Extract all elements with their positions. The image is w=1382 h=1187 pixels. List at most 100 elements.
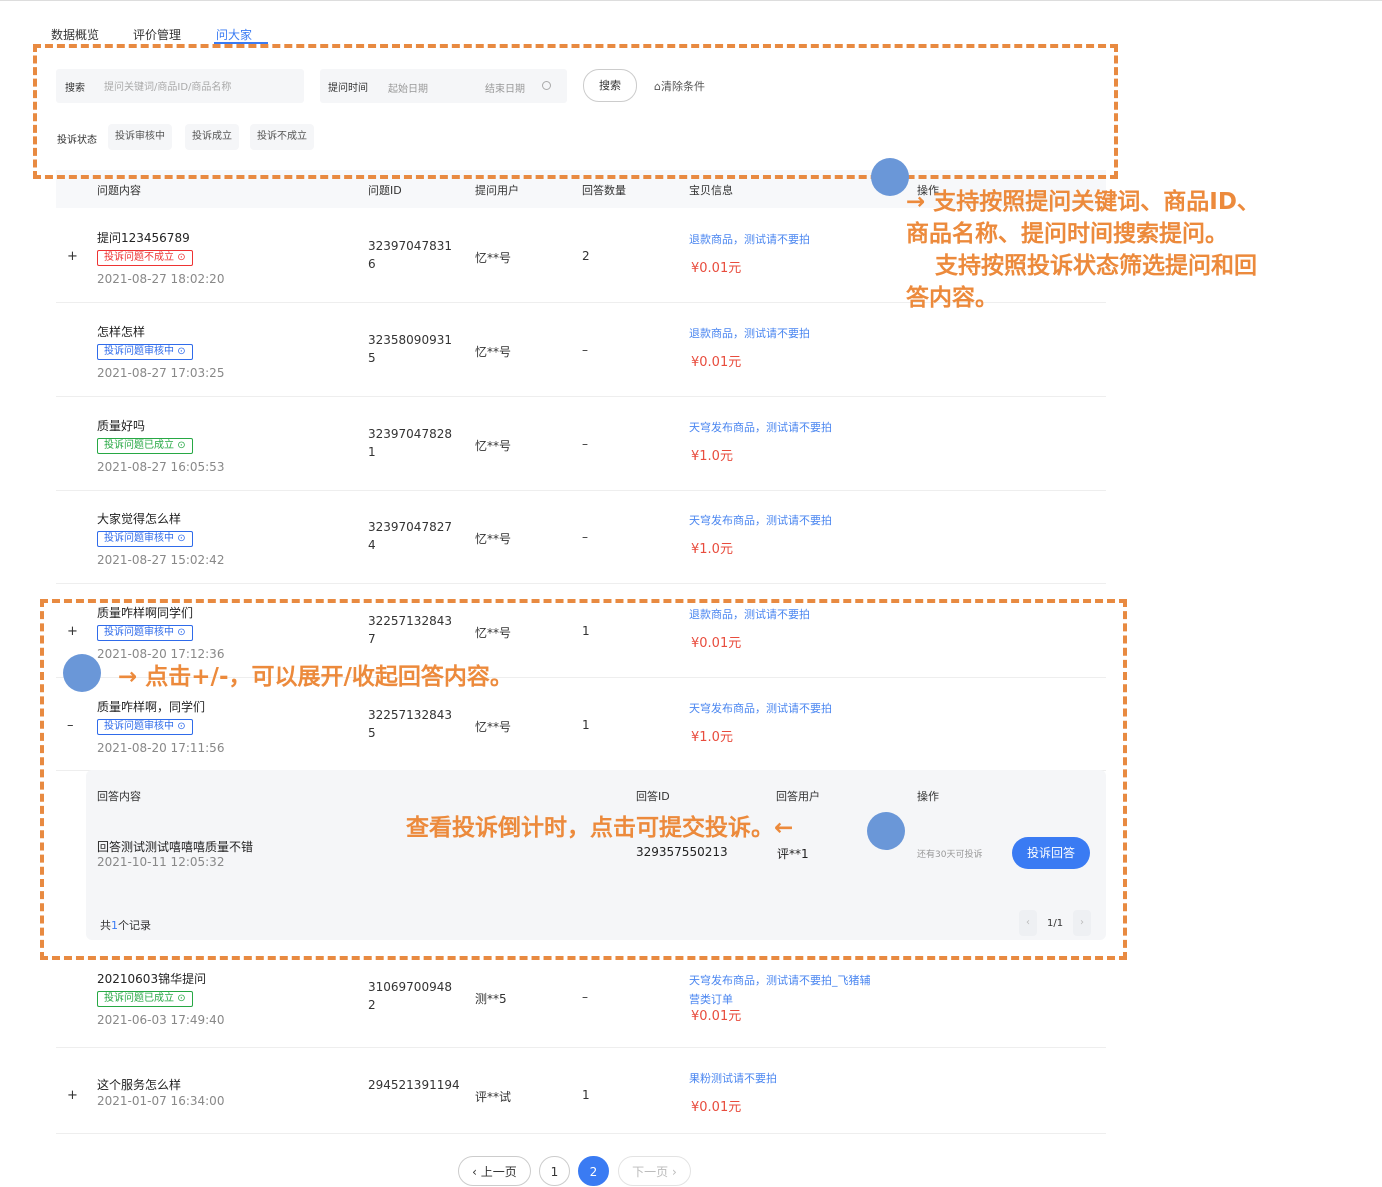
question-id-line2: 1 (368, 445, 376, 459)
question-time: 2021-08-27 18:02:20 (97, 272, 225, 286)
prev-page-button[interactable]: ‹ 上一页 (458, 1156, 531, 1186)
badge-label: 投诉问题审核中 (104, 346, 174, 357)
tab-ask-everyone[interactable]: 问大家 (216, 26, 252, 43)
question-time: 2021-08-27 16:05:53 (97, 460, 225, 474)
row-divider (56, 583, 1106, 584)
question-title: 20210603锦华提问 (97, 972, 207, 986)
row-expander-icon[interactable]: + (67, 249, 78, 264)
asker: 忆**号 (475, 251, 512, 265)
question-title: 怎样怎样 (97, 325, 146, 339)
question-id-line1: 294521391194 (368, 1078, 460, 1092)
annotation-dot-expand (63, 654, 101, 692)
question-id-line1: 31069700948 (368, 980, 452, 994)
annotation-dot-complain (867, 812, 905, 850)
complaint-status-badge: 投诉问题审核中 ⊙ (97, 344, 193, 360)
filter-annotation: → 支持按照提问关键词、商品ID、 商品名称、提问时间搜索提问。 支持按照投诉状… (906, 186, 1376, 314)
info-icon: ⊙ (177, 346, 186, 357)
filter-annotation-line1: → 支持按照提问关键词、商品ID、 (906, 189, 1260, 215)
question-id-line1: 32397047828 (368, 427, 452, 441)
row-divider (56, 490, 1106, 491)
goods-name-line1: 果粉测试请不要拍 (689, 1072, 777, 1085)
asker: 忆**号 (475, 345, 512, 359)
badge-label: 投诉问题已成立 (104, 993, 174, 1004)
question-id-line2: 4 (368, 538, 376, 552)
badge-label: 投诉问题审核中 (104, 533, 174, 544)
row-divider (56, 1047, 1106, 1048)
filter-annotation-line3: 支持按照投诉状态筛选提问和回 (935, 253, 1257, 279)
answer-count: – (582, 437, 588, 451)
top-divider (0, 0, 1382, 1)
expand-annotation: → 点击+/-，可以展开/收起回答内容。 (118, 664, 513, 690)
info-icon: ⊙ (177, 440, 186, 451)
badge-label: 投诉问题已成立 (104, 440, 174, 451)
question-title: 这个服务怎么样 (97, 1078, 182, 1092)
question-time: 2021-01-07 16:34:00 (97, 1094, 225, 1108)
annotation-dot-filter (871, 158, 909, 196)
header-goods: 宝贝信息 (689, 184, 733, 197)
header-answer-count: 回答数量 (582, 184, 626, 197)
question-id: 294521391194 (368, 1076, 460, 1094)
question-id-line1: 32397047827 (368, 520, 452, 534)
header-question-id: 问题ID (368, 184, 402, 197)
goods-name-line1: 天穹发布商品，测试请不要拍 (689, 421, 832, 434)
goods-price: ¥0.01元 (691, 261, 742, 276)
question-title: 提问123456789 (97, 231, 190, 245)
info-icon: ⊙ (177, 252, 186, 263)
complaint-status-badge: 投诉问题审核中 ⊙ (97, 531, 193, 547)
asker: 评**试 (475, 1090, 512, 1104)
asker: 忆**号 (475, 532, 512, 546)
chevron-left-icon: ‹ (472, 1165, 481, 1179)
question-title: 大家觉得怎么样 (97, 512, 182, 526)
goods-link[interactable]: 天穹发布商品，测试请不要拍 (689, 511, 832, 530)
next-page-button[interactable]: 下一页 › (618, 1156, 691, 1186)
complaint-status-badge: 投诉问题不成立 ⊙ (97, 250, 193, 266)
goods-name-line1: 天穹发布商品，测试请不要拍 (689, 514, 832, 527)
header-question: 问题内容 (97, 184, 141, 197)
question-id: 32397047828 1 (368, 425, 452, 461)
question-id: 32358090931 5 (368, 331, 452, 367)
question-time: 2021-06-03 17:49:40 (97, 1013, 225, 1027)
answer-count: 2 (582, 249, 590, 263)
goods-link[interactable]: 退款商品，测试请不要拍 (689, 230, 810, 249)
tab-data-overview[interactable]: 数据概览 (51, 26, 99, 43)
goods-price: ¥0.01元 (691, 1100, 742, 1115)
page-1-button[interactable]: 1 (539, 1156, 570, 1186)
question-id-line2: 2 (368, 998, 376, 1012)
answer-count: 1 (582, 1088, 590, 1102)
complain-annotation: 查看投诉倒计时，点击可提交投诉。← (406, 815, 794, 841)
question-time: 2021-08-27 15:02:42 (97, 553, 225, 567)
question-id: 32397047827 4 (368, 518, 452, 554)
filter-annotation-line2: 商品名称、提问时间搜索提问。 (906, 221, 1228, 247)
question-time: 2021-08-27 17:03:25 (97, 366, 225, 380)
row-expander-icon[interactable]: + (67, 1088, 78, 1103)
goods-link[interactable]: 天穹发布商品，测试请不要拍_飞猪辅 营类订单 (689, 971, 871, 1009)
answer-count: – (582, 530, 588, 544)
goods-price: ¥0.01元 (691, 1009, 742, 1024)
complaint-status-badge: 投诉问题已成立 ⊙ (97, 991, 193, 1007)
goods-price: ¥0.01元 (691, 355, 742, 370)
info-icon: ⊙ (177, 993, 186, 1004)
asker: 忆**号 (475, 439, 512, 453)
goods-name-line1: 退款商品，测试请不要拍 (689, 327, 810, 340)
header-asker: 提问用户 (475, 184, 519, 197)
goods-price: ¥1.0元 (691, 449, 733, 464)
asker: 测**5 (475, 992, 507, 1006)
info-icon: ⊙ (177, 533, 186, 544)
question-title: 质量好吗 (97, 419, 146, 433)
goods-link[interactable]: 退款商品，测试请不要拍 (689, 324, 810, 343)
goods-link[interactable]: 天穹发布商品，测试请不要拍 (689, 418, 832, 437)
row-divider (56, 1133, 1106, 1134)
tab-review-management[interactable]: 评价管理 (133, 26, 181, 43)
expand-highlight-box (40, 599, 1127, 960)
prev-page-label: 上一页 (480, 1165, 517, 1179)
goods-link[interactable]: 果粉测试请不要拍 (689, 1069, 777, 1088)
badge-label: 投诉问题不成立 (104, 252, 174, 263)
page-2-button[interactable]: 2 (578, 1156, 609, 1186)
goods-name-line1: 天穹发布商品，测试请不要拍_飞猪辅 (689, 974, 871, 987)
chevron-right-icon: › (668, 1165, 677, 1179)
goods-name-line1: 退款商品，测试请不要拍 (689, 233, 810, 246)
goods-price: ¥1.0元 (691, 542, 733, 557)
complaint-status-badge: 投诉问题已成立 ⊙ (97, 438, 193, 454)
next-page-label: 下一页 (632, 1165, 669, 1179)
question-id: 32397047831 6 (368, 237, 452, 273)
